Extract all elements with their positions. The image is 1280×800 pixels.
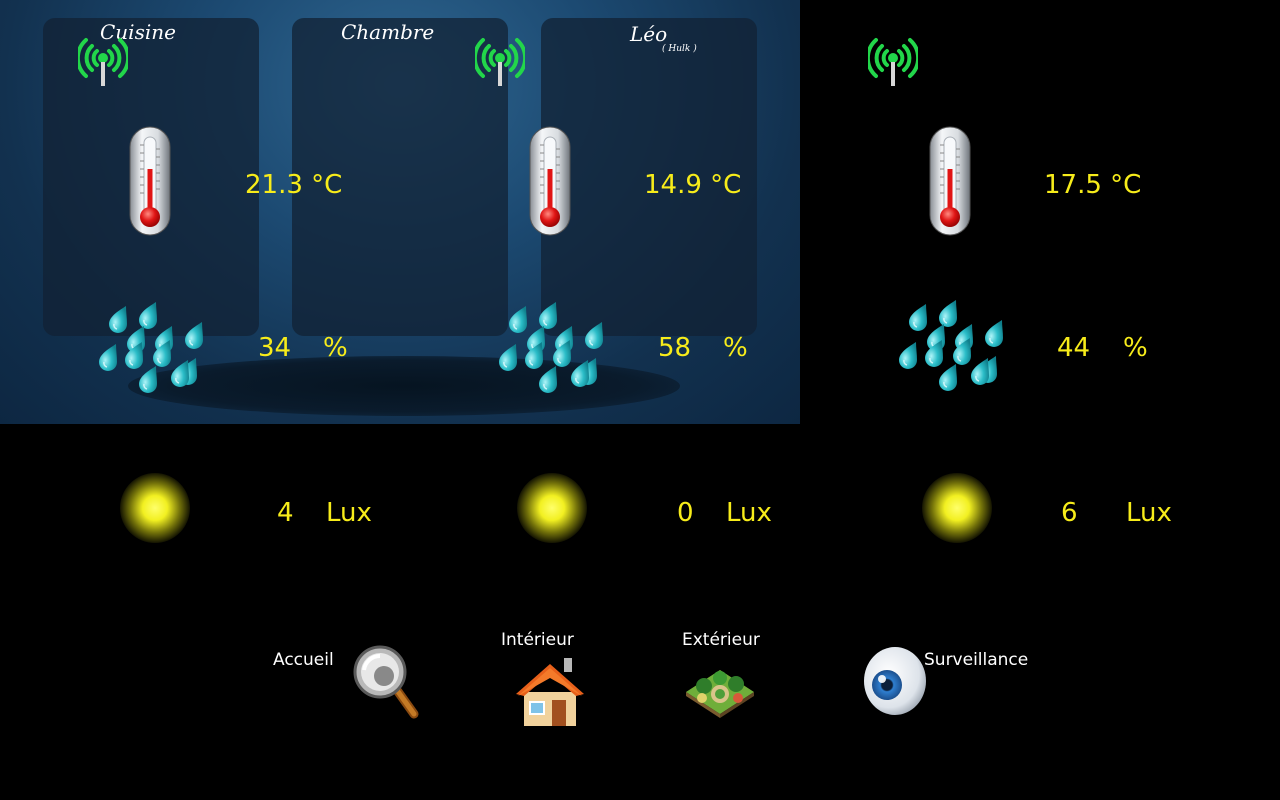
nav-interior-label: Intérieur bbox=[501, 630, 574, 650]
room-title-leo: Léo bbox=[630, 22, 668, 46]
water-drops-icon bbox=[896, 296, 1008, 396]
nav-surveillance-label: Surveillance bbox=[924, 650, 1029, 670]
wireless-signal-icon bbox=[868, 36, 918, 88]
nav-surveillance-button[interactable]: Surveillance bbox=[860, 640, 1045, 720]
light-glow-icon bbox=[517, 473, 587, 543]
magnifier-icon bbox=[353, 645, 419, 719]
light-glow-icon bbox=[922, 473, 992, 543]
humidity-value-chambre: 58 bbox=[658, 333, 692, 363]
nav-exterior-label: Extérieur bbox=[682, 630, 760, 650]
temperature-value-leo: 17.5 °C bbox=[1044, 170, 1142, 200]
lux-value-leo: 6 bbox=[1061, 498, 1078, 528]
lux-value-chambre: 0 bbox=[677, 498, 694, 528]
water-drops-icon bbox=[496, 298, 608, 398]
lux-value-cuisine: 4 bbox=[277, 498, 294, 528]
thermometer-icon bbox=[128, 125, 172, 237]
thermometer-icon bbox=[528, 125, 572, 237]
eye-icon bbox=[864, 647, 926, 715]
nav-home-button[interactable]: Accueil bbox=[270, 640, 425, 725]
temperature-value-cuisine: 21.3 °C bbox=[245, 170, 343, 200]
humidity-unit-leo: % bbox=[1123, 333, 1148, 363]
humidity-value-cuisine: 34 bbox=[258, 333, 292, 363]
wireless-signal-icon bbox=[475, 36, 525, 88]
light-glow-icon bbox=[120, 473, 190, 543]
house-icon bbox=[516, 658, 584, 726]
lux-unit-cuisine: Lux bbox=[326, 498, 372, 528]
humidity-value-leo: 44 bbox=[1057, 333, 1091, 363]
wireless-signal-icon bbox=[78, 36, 128, 88]
lux-unit-leo: Lux bbox=[1126, 498, 1172, 528]
room-subtitle-leo: ( Hulk ) bbox=[662, 44, 697, 54]
nav-home-label: Accueil bbox=[273, 650, 334, 670]
temperature-value-chambre: 14.9 °C bbox=[644, 170, 742, 200]
garden-icon bbox=[686, 670, 754, 718]
lux-unit-chambre: Lux bbox=[726, 498, 772, 528]
humidity-unit-chambre: % bbox=[723, 333, 748, 363]
nav-interior-button[interactable]: Intérieur bbox=[500, 628, 600, 733]
water-drops-icon bbox=[96, 298, 208, 398]
room-title-chambre: Chambre bbox=[341, 20, 435, 44]
humidity-unit-cuisine: % bbox=[323, 333, 348, 363]
nav-exterior-button[interactable]: Extérieur bbox=[680, 628, 780, 728]
thermometer-icon bbox=[928, 125, 972, 237]
